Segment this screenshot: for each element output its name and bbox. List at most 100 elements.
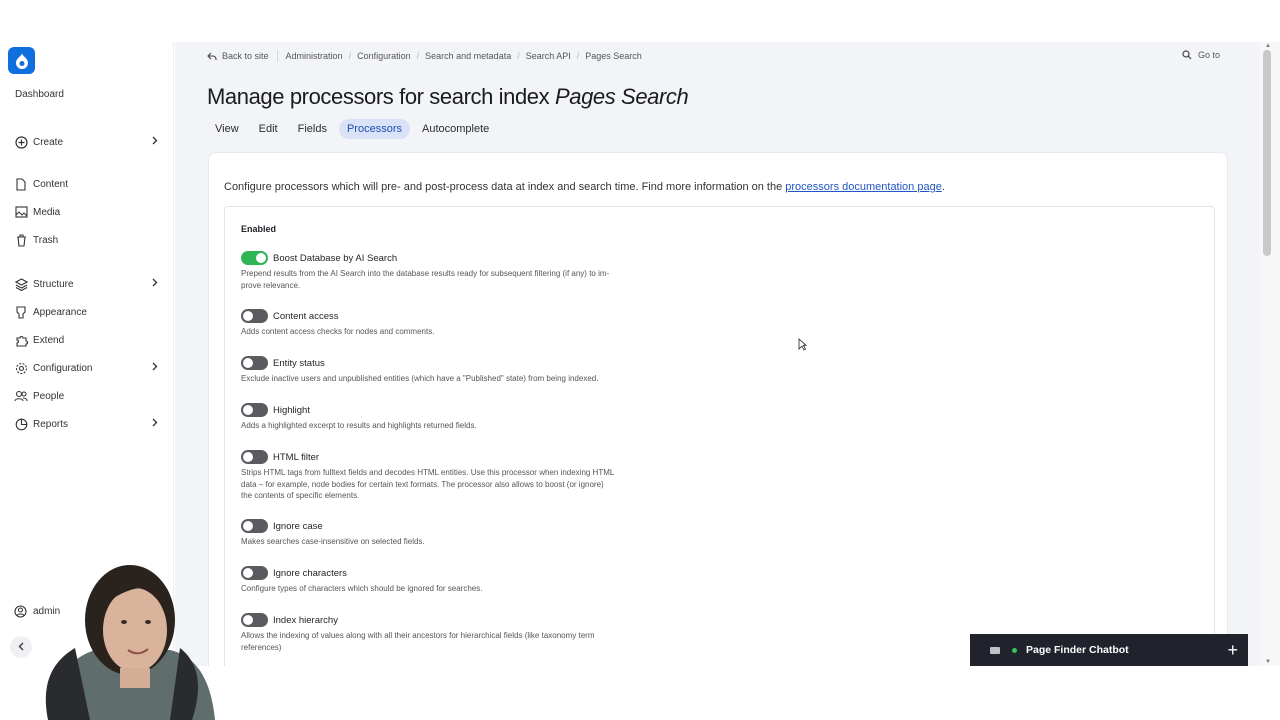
processor-toggle[interactable]: [241, 309, 268, 323]
processor-toggle[interactable]: [241, 566, 268, 580]
processor-name: Entity status: [273, 357, 325, 369]
sidebar-item-label: Appearance: [33, 306, 87, 318]
breadcrumb-separator: /: [576, 51, 580, 61]
breadcrumb-divider: [276, 50, 278, 62]
dashboard-link[interactable]: Dashboard: [15, 89, 64, 100]
processor-name: Content access: [273, 310, 339, 322]
breadcrumb-separator: /: [348, 51, 352, 61]
mouse-cursor-icon: [798, 338, 807, 351]
layers-icon: [14, 277, 28, 291]
puzzle-icon: [14, 333, 28, 347]
breadcrumb-separator: /: [517, 51, 520, 61]
back-to-site-link[interactable]: Back to site: [207, 51, 269, 61]
processor-toggle[interactable]: [241, 450, 268, 464]
back-arrow-icon: [207, 52, 217, 61]
scroll-up-icon[interactable]: ▲: [1265, 43, 1271, 49]
sidebar-item-label: Configuration: [33, 362, 93, 374]
processor-toggle[interactable]: [241, 519, 268, 533]
chatbot-bar[interactable]: Page Finder Chatbot +: [970, 634, 1248, 666]
local-tasks: View Edit Fields Processors Autocomplete: [207, 119, 497, 139]
breadcrumb-item[interactable]: Search and metadata: [425, 51, 511, 61]
chatbot-title: Page Finder Chatbot: [1026, 644, 1129, 656]
processor-description: Exclude inactive users and unpublished e…: [241, 374, 599, 383]
top-band: [0, 0, 1280, 42]
processor-name: Ignore case: [273, 520, 323, 532]
sidebar-item-reports[interactable]: Reports: [14, 414, 164, 434]
tab-processors[interactable]: Processors: [338, 119, 410, 139]
tab-edit[interactable]: Edit: [251, 119, 286, 139]
processor-toggle[interactable]: [241, 403, 268, 417]
processors-card: Configure processors which will pre- and…: [208, 152, 1228, 666]
sidebar-item-people[interactable]: People: [14, 386, 164, 406]
sidebar-item-label: Content: [33, 178, 69, 190]
expand-plus-icon[interactable]: +: [1227, 641, 1238, 659]
sidebar-item-configuration[interactable]: Configuration: [14, 358, 164, 378]
chevron-right-icon: [152, 362, 158, 374]
goto-search[interactable]: Go to: [1182, 50, 1220, 60]
scroll-down-icon[interactable]: ▼: [1265, 659, 1271, 665]
sidebar-item-label: People: [33, 390, 65, 402]
processor-item: Ignore characters Configure types of cha…: [241, 565, 671, 595]
breadcrumb-separator: /: [416, 51, 420, 61]
sidebar-item-label: Create: [33, 136, 64, 148]
processor-item: Ignore case Makes searches case-insensit…: [241, 518, 671, 548]
image-icon: [14, 205, 28, 219]
tab-fields[interactable]: Fields: [290, 119, 335, 139]
trash-icon: [14, 233, 28, 247]
gear-icon: [14, 361, 28, 375]
sidebar-item-label: Trash: [33, 234, 59, 246]
breadcrumb-item[interactable]: Search API: [526, 51, 571, 61]
main-content: Back to site Administration / Configurat…: [175, 42, 1260, 666]
processor-toggle[interactable]: [241, 356, 268, 370]
sidebar-item-extend[interactable]: Extend: [14, 330, 164, 350]
search-icon: [1182, 50, 1192, 60]
breadcrumb: Back to site Administration / Configurat…: [207, 50, 642, 62]
chat-menu-icon[interactable]: [990, 646, 1000, 654]
sidebar-item-label: Extend: [33, 334, 65, 346]
breadcrumb-item[interactable]: Configuration: [357, 51, 411, 61]
processor-name: Index hierarchy: [273, 614, 338, 626]
intro-body: Configure processors which will pre- and…: [224, 181, 786, 193]
drupal-logo-icon[interactable]: [8, 47, 35, 74]
processor-description: Allows the indexing of values along with…: [241, 631, 595, 652]
processor-description: Configure types of characters which shou…: [241, 584, 483, 593]
sidebar-item-appearance[interactable]: Appearance: [14, 302, 164, 322]
tab-autocomplete[interactable]: Autocomplete: [414, 119, 497, 139]
intro-text: Configure processors which will pre- and…: [224, 181, 945, 193]
enabled-fieldset: Enabled Boost Database by AI Search Prep…: [224, 206, 1215, 666]
chevron-right-icon: [152, 278, 158, 290]
sidebar-item-media[interactable]: Media: [14, 202, 164, 222]
online-status-icon: [1012, 647, 1017, 653]
page-title: Manage processors for search index Pages…: [207, 84, 689, 110]
processor-toggle[interactable]: [241, 613, 268, 627]
processor-item: Content access Adds content access check…: [241, 308, 671, 338]
processor-item: Entity status Exclude inactive users and…: [241, 355, 671, 385]
processor-name: Highlight: [273, 404, 310, 416]
breadcrumb-item[interactable]: Administration: [286, 51, 343, 61]
processors-docs-link[interactable]: processors documentation page: [785, 181, 942, 193]
tab-view[interactable]: View: [207, 119, 247, 139]
plus-circle-icon: [14, 135, 28, 149]
page-title-prefix: Manage processors for search index: [207, 84, 555, 109]
scrollbar-thumb[interactable]: [1263, 50, 1271, 256]
document-icon: [14, 177, 28, 191]
intro-suffix: .: [941, 181, 945, 193]
sidebar-item-structure[interactable]: Structure: [14, 274, 164, 294]
processor-name: Boost Database by AI Search: [273, 252, 398, 264]
brush-icon: [14, 305, 28, 319]
chevron-right-icon: [152, 418, 158, 430]
processor-toggle[interactable]: [241, 251, 268, 265]
processor-item: HTML filter Strips HTML tags from fullte…: [241, 449, 671, 502]
back-to-site-label: Back to site: [222, 51, 269, 61]
webcam-person-image: [45, 565, 215, 720]
processor-item: Index hierarchy Allows the indexing of v…: [241, 612, 671, 653]
pie-chart-icon: [14, 417, 28, 431]
sidebar-item-trash[interactable]: Trash: [14, 230, 164, 250]
processor-description: Strips HTML tags from fulltext fields an…: [241, 468, 615, 500]
processor-description: Adds content access checks for nodes and…: [241, 327, 435, 336]
processor-item: Boost Database by AI Search Prepend resu…: [241, 250, 671, 291]
sidebar-item-content[interactable]: Content: [14, 174, 164, 194]
page-scrollbar[interactable]: ▲ ▼: [1260, 42, 1280, 666]
sidebar-item-create[interactable]: Create: [14, 132, 164, 152]
sidebar-item-label: Media: [33, 206, 61, 218]
